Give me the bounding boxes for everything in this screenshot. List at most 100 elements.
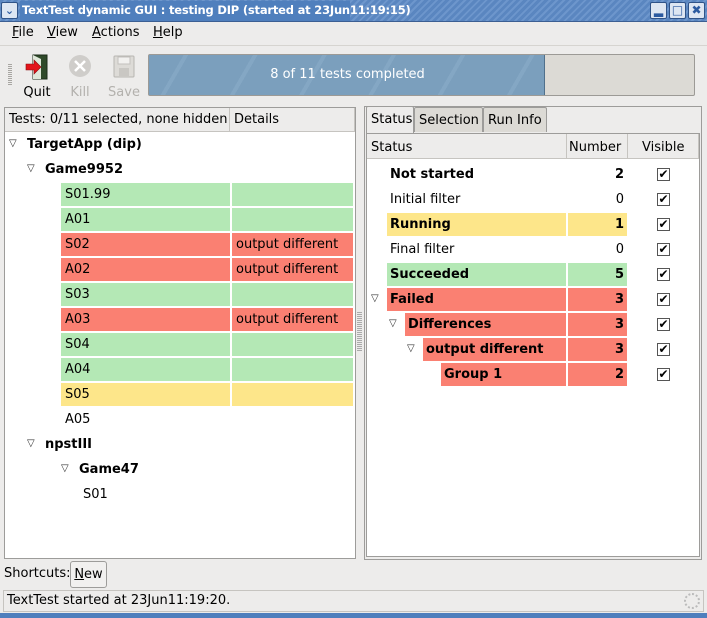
test-row[interactable]: ▽ Game9952 (5, 158, 355, 183)
tests-column-header[interactable]: Tests: 0/11 selected, none hidden (5, 108, 230, 132)
maximize-button[interactable]: □ (669, 2, 686, 19)
test-row[interactable]: ▽ npstIII (5, 433, 355, 458)
status-count: 3 (614, 292, 624, 307)
minimize-button[interactable]: ▂ (650, 2, 667, 19)
menu-help[interactable]: Help (153, 25, 183, 40)
test-row[interactable]: S01.99 (5, 183, 355, 208)
tab-selection[interactable]: Selection (414, 107, 483, 132)
visible-checkbox[interactable]: ✔ (657, 168, 670, 181)
status-count: 5 (614, 267, 624, 282)
visible-checkbox[interactable]: ✔ (657, 193, 670, 206)
status-row[interactable]: Group 1 2 ✔ (367, 361, 699, 386)
test-details-cell (232, 183, 353, 206)
test-name-cell: A01 (61, 208, 230, 231)
menu-view[interactable]: View (47, 25, 78, 40)
test-row[interactable]: S01 (5, 483, 355, 508)
status-count: 0 (615, 242, 624, 257)
expander-icon[interactable]: ▽ (371, 293, 379, 304)
menu-actions[interactable]: Actions (92, 25, 140, 40)
status-count: 2 (614, 167, 624, 182)
status-name: Differences (408, 317, 492, 332)
status-row[interactable]: Not started 2 ✔ (367, 161, 699, 186)
visible-checkbox[interactable]: ✔ (657, 243, 670, 256)
status-name: Running (390, 217, 451, 232)
save-button[interactable]: Save (104, 52, 144, 100)
menu-file[interactable]: File (12, 25, 34, 40)
test-row[interactable]: S05 (5, 383, 355, 408)
minimize-icon: ▂ (653, 3, 664, 17)
test-details-cell (232, 358, 353, 381)
close-button[interactable]: ✖ (688, 2, 705, 19)
expander-icon[interactable]: ▽ (9, 138, 17, 149)
test-row[interactable]: A04 (5, 358, 355, 383)
kill-button[interactable]: Kill (60, 52, 100, 100)
visible-checkbox[interactable]: ✔ (657, 343, 670, 356)
chevron-down-icon: ⌄ (4, 4, 15, 17)
test-name-cell: S03 (61, 283, 230, 306)
status-count: 1 (614, 217, 624, 232)
expander-icon[interactable]: ▽ (61, 463, 69, 474)
test-name-cell: A03 (61, 308, 230, 331)
visible-checkbox[interactable]: ✔ (657, 293, 670, 306)
test-row[interactable]: S04 (5, 333, 355, 358)
status-row[interactable]: Running 1 ✔ (367, 211, 699, 236)
maximize-icon: □ (671, 3, 684, 17)
test-name-cell: S01.99 (61, 183, 230, 206)
visible-checkbox[interactable]: ✔ (657, 218, 670, 231)
window-menu-button[interactable]: ⌄ (1, 2, 18, 19)
test-name-cell: S01 (79, 483, 230, 506)
details-column-header[interactable]: Details (230, 108, 355, 132)
title-bar[interactable]: ⌄ TextTest dynamic GUI : testing DIP (st… (0, 0, 707, 22)
tab-run-info[interactable]: Run Info (483, 107, 547, 132)
status-row[interactable]: ▽ output different 3 ✔ (367, 336, 699, 361)
status-count: 3 (614, 317, 624, 332)
test-name: TargetApp (dip) (27, 137, 142, 152)
new-shortcut-button[interactable]: New (70, 561, 107, 588)
test-name: A02 (65, 262, 91, 277)
test-tree[interactable]: Tests: 0/11 selected, none hidden Detail… (4, 107, 356, 559)
test-row[interactable]: A03 output different (5, 308, 355, 333)
test-row[interactable]: ▽ TargetApp (dip) (5, 133, 355, 158)
resize-grip-icon[interactable] (684, 593, 700, 609)
expander-icon[interactable]: ▽ (407, 343, 415, 354)
status-row[interactable]: Final filter 0 ✔ (367, 236, 699, 261)
visible-checkbox[interactable]: ✔ (657, 318, 670, 331)
number-column-header[interactable]: Number (567, 134, 628, 159)
test-row[interactable]: A02 output different (5, 258, 355, 283)
test-name: A01 (65, 212, 91, 227)
status-name: Succeeded (390, 267, 470, 282)
status-name: Not started (390, 167, 475, 182)
tab-status-label: Status (371, 112, 413, 127)
expander-icon[interactable]: ▽ (27, 163, 35, 174)
test-row[interactable]: S03 (5, 283, 355, 308)
status-column-header[interactable]: Status (367, 134, 567, 159)
test-row[interactable]: A05 (5, 408, 355, 433)
test-row[interactable]: A01 (5, 208, 355, 233)
test-name: S03 (65, 287, 90, 302)
visible-column-header[interactable]: Visible (628, 134, 699, 159)
status-view[interactable]: Status Number Visible Not started 2 ✔ Initi… (366, 133, 700, 557)
status-row[interactable]: Succeeded 5 ✔ (367, 261, 699, 286)
toolbar-grip[interactable] (8, 64, 12, 86)
test-name: S01.99 (65, 187, 111, 202)
test-row[interactable]: ▽ Game47 (5, 458, 355, 483)
status-row[interactable]: ▽ Differences 3 ✔ (367, 311, 699, 336)
save-label: Save (108, 85, 140, 100)
tab-status[interactable]: Status (366, 106, 414, 133)
status-bar: TextTest started at 23Jun11:19:20. (3, 590, 704, 612)
expander-icon[interactable]: ▽ (27, 438, 35, 449)
kill-label: Kill (70, 85, 90, 100)
test-details: output different (236, 312, 339, 327)
status-row[interactable]: ▽ Failed 3 ✔ (367, 286, 699, 311)
expander-icon[interactable]: ▽ (389, 318, 397, 329)
quit-label: Quit (23, 85, 51, 100)
test-name: A04 (65, 362, 91, 377)
quit-button[interactable]: Quit (17, 52, 57, 100)
test-row[interactable]: S02 output different (5, 233, 355, 258)
status-row[interactable]: Initial filter 0 ✔ (367, 186, 699, 211)
tab-selection-label: Selection (419, 113, 479, 128)
progress-text: 8 of 11 tests completed (270, 67, 425, 82)
pane-splitter[interactable] (357, 312, 362, 352)
visible-checkbox[interactable]: ✔ (657, 368, 670, 381)
visible-checkbox[interactable]: ✔ (657, 268, 670, 281)
